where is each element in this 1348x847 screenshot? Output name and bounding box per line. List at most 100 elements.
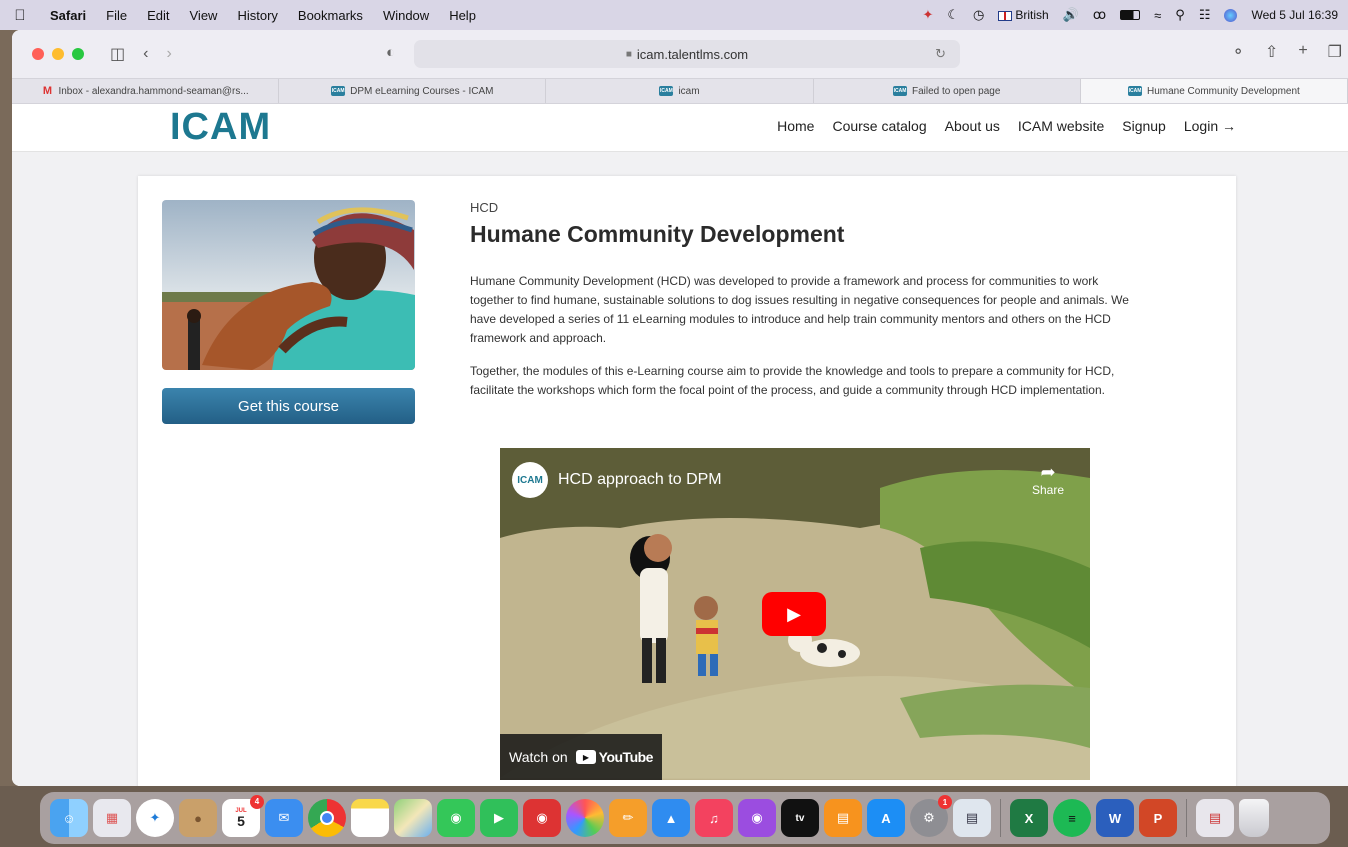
menu-edit[interactable]: Edit [137,8,179,23]
apple-tv-icon[interactable]: tv [781,799,819,837]
wifi-icon[interactable]: ≈ [1154,8,1161,23]
books-icon[interactable]: ▤ [824,799,862,837]
course-description-2: Together, the modules of this e-Learning… [470,364,1115,397]
tab-humane-community[interactable]: ICAM Humane Community Development [1080,79,1348,103]
nav-course-catalog[interactable]: Course catalog [832,118,926,134]
calendar-icon[interactable]: JUL 5 4 [222,795,264,837]
siri-icon[interactable] [1224,8,1238,22]
nav-about-us[interactable]: About us [945,118,1000,134]
photos-icon[interactable] [566,799,604,837]
chrome-icon[interactable] [308,799,346,837]
music-icon[interactable]: ♫ [695,799,733,837]
finder-icon[interactable]: ☺ [50,799,88,837]
clock-icon[interactable]: ◷ [973,7,984,23]
nav-login[interactable]: Login → [1184,118,1236,134]
new-tab-icon[interactable]: + [1298,42,1307,62]
youtube-video-embed[interactable]: ICAM HCD approach to DPM ➦ Share ▶ Watch… [500,448,1090,780]
tab-gmail-inbox[interactable]: M Inbox - alexandra.hammond-seaman@rs... [12,79,280,103]
macos-menubar:  Safari File Edit View History Bookmark… [0,0,1348,30]
tab-label: Humane Community Development [1146,85,1300,97]
notes-icon[interactable] [351,799,389,837]
preview-icon[interactable]: ▤ [953,799,991,837]
tab-icam[interactable]: ICAM icam [546,79,814,103]
forward-icon[interactable]: › [166,45,171,63]
menubar-clock[interactable]: Wed 5 Jul 16:39 [1251,8,1338,22]
keynote-icon[interactable]: ▲ [652,799,690,837]
tab-overview-icon[interactable]: ❐ [1328,42,1342,62]
address-bar[interactable]: ■ icam.talentlms.com ↻ [414,40,960,68]
messages-icon[interactable]: ◉ [437,799,475,837]
tab-label: Inbox - alexandra.hammond-seaman@rs... [58,85,249,97]
mail-icon[interactable]: ✉ [265,799,303,837]
toolbar-actions: ⚬ ⇧ + ❐ [1232,42,1343,62]
minimize-window-button[interactable] [52,48,64,60]
site-header: ICAM Home Course catalog About us ICAM w… [12,104,1348,152]
menu-view[interactable]: View [180,8,228,23]
input-source[interactable]: British [998,8,1049,22]
nav-signup[interactable]: Signup [1122,118,1166,134]
nav-icam-website[interactable]: ICAM website [1018,118,1104,134]
tab-dpm-courses[interactable]: ICAM DPM eLearning Courses - ICAM [279,79,547,103]
privacy-shield-icon[interactable]: ◐ [386,44,395,61]
bluetooth-icon[interactable]: ꝏ [1093,7,1106,23]
apple-menu-icon[interactable]:  [0,7,40,24]
video-share-button[interactable]: ➦ Share [1032,462,1064,497]
back-icon[interactable]: ‹ [143,45,148,63]
podcasts-icon[interactable]: ◉ [738,799,776,837]
reload-icon[interactable]: ↻ [935,46,946,62]
dock-separator [1186,799,1187,837]
tab-label: icam [678,85,700,97]
menu-window[interactable]: Window [373,8,439,23]
course-content: HCD Humane Community Development Humane … [470,200,1130,414]
word-icon[interactable]: W [1096,799,1134,837]
channel-logo[interactable]: ICAM [512,462,548,498]
watch-on-label: Watch on [509,749,568,765]
photo-booth-icon[interactable]: ◉ [523,799,561,837]
menu-app[interactable]: Safari [40,8,96,23]
volume-icon[interactable]: 🔊 [1063,7,1079,23]
get-this-course-button[interactable]: Get this course [162,388,415,424]
trash-icon[interactable] [1239,799,1269,837]
menu-bookmarks[interactable]: Bookmarks [288,8,373,23]
excel-icon[interactable]: X [1010,799,1048,837]
watch-on-youtube-button[interactable]: Watch on ▶ YouTube [500,734,662,780]
video-title[interactable]: HCD approach to DPM [558,471,722,489]
icam-logo[interactable]: ICAM [170,106,271,149]
menu-help[interactable]: Help [439,8,486,23]
sidebar-toggle-icon[interactable]: ◫ [110,44,125,64]
moon-icon[interactable]: ☾ [947,7,959,23]
menu-file[interactable]: File [96,8,137,23]
system-settings-icon[interactable]: ⚙ 1 [910,795,952,837]
control-center-icon[interactable]: ☷ [1199,7,1211,23]
tab-failed-page[interactable]: ICAM Failed to open page [814,79,1081,103]
nav-home[interactable]: Home [777,118,814,134]
video-title-bar: ICAM HCD approach to DPM [512,462,722,498]
spotlight-search-icon[interactable]: ⚲ [1175,7,1185,23]
launchpad-icon[interactable]: ▦ [93,799,131,837]
course-category: HCD [470,200,499,215]
downloads-stack-icon[interactable]: ▤ [1196,799,1234,837]
tab-label: DPM eLearning Courses - ICAM [350,85,494,97]
url-text: icam.talentlms.com [636,46,749,62]
powerpoint-icon[interactable]: P [1139,799,1177,837]
close-window-button[interactable] [32,48,44,60]
course-image [162,200,415,370]
safari-icon[interactable]: ✦ [136,799,174,837]
macos-dock: ☺ ▦ ✦ ● JUL 5 4 ✉ ◉ ▶ ◉ ✏ ▲ ♫ ◉ tv ▤ A ⚙… [40,792,1330,844]
downloads-icon[interactable]: ⚬ [1232,42,1245,62]
maps-icon[interactable] [394,799,432,837]
icam-favicon: ICAM [331,86,346,96]
zoom-window-button[interactable] [72,48,84,60]
app-status-icon[interactable]: ✦ [922,7,933,23]
share-icon[interactable]: ⇧ [1265,42,1278,62]
battery-icon[interactable] [1120,10,1141,20]
play-button[interactable]: ▶ [762,592,826,636]
facetime-icon[interactable]: ▶ [480,799,518,837]
safari-window: ◫ ‹ › ◐ ■ icam.talentlms.com ↻ ⚬ ⇧ + ❐ M… [12,30,1348,786]
spotify-icon[interactable]: ≡ [1053,799,1091,837]
contacts-icon[interactable]: ● [179,799,217,837]
menu-history[interactable]: History [227,8,287,23]
app-store-icon[interactable]: A [867,799,905,837]
pages-icon[interactable]: ✏ [609,799,647,837]
gmail-icon: M [42,85,53,97]
